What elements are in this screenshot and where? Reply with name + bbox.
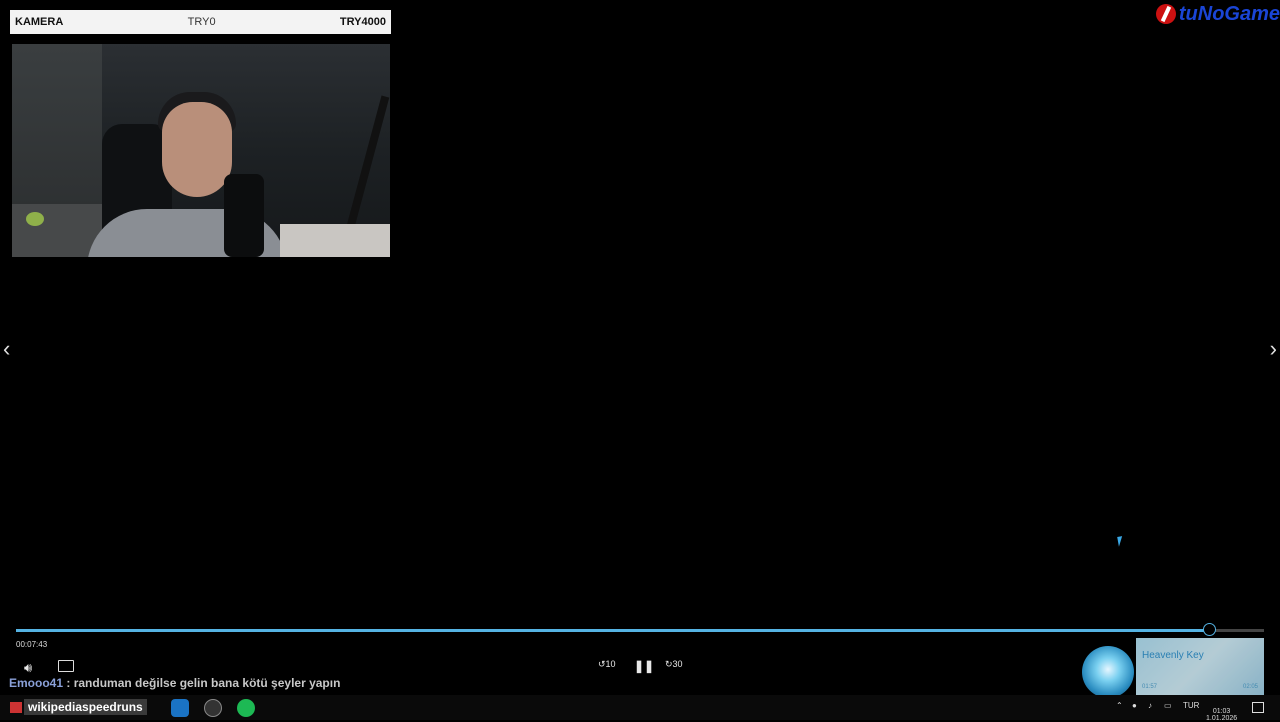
next-arrow-icon[interactable]: › bbox=[1270, 336, 1277, 362]
previous-arrow-icon[interactable]: ‹ bbox=[3, 336, 10, 362]
app-icon[interactable] bbox=[204, 699, 222, 717]
seek-handle[interactable] bbox=[1203, 623, 1217, 636]
network-icon[interactable]: ● bbox=[1132, 701, 1137, 710]
album-art bbox=[1082, 646, 1134, 698]
language-indicator[interactable]: TUR bbox=[1183, 701, 1199, 710]
seek-bar-fill bbox=[16, 629, 1211, 632]
now-playing-card: Heavenly Key 01:57 02:05 bbox=[1136, 638, 1264, 696]
captions-icon[interactable] bbox=[58, 660, 74, 672]
clock-date: 1.01.2026 bbox=[1206, 715, 1238, 722]
logo-text: tuNoGame bbox=[1178, 2, 1280, 25]
try-goal: TRY4000 bbox=[339, 16, 386, 28]
speaker-icon[interactable]: ♪ bbox=[1148, 701, 1152, 710]
mouse-cursor-icon bbox=[1117, 535, 1129, 547]
logo-icon bbox=[1155, 4, 1176, 24]
webcam-feed bbox=[12, 44, 390, 257]
rewind-label: 10 bbox=[605, 659, 616, 669]
chat-text: randuman değilse gelin bana kötü şeyler … bbox=[73, 676, 341, 690]
taskbar-window-label[interactable]: wikipediaspeedruns bbox=[24, 699, 147, 715]
display-icon[interactable]: ▭ bbox=[1164, 701, 1172, 710]
notifications-icon[interactable] bbox=[1252, 702, 1264, 713]
track-total: 02:05 bbox=[1242, 684, 1258, 690]
tray-expand-icon[interactable]: ⌃ bbox=[1116, 701, 1123, 710]
camera-header: KAMERA TRY0 TRY4000 bbox=[10, 10, 391, 34]
start-icon[interactable] bbox=[10, 702, 22, 713]
media-player-icon[interactable] bbox=[171, 699, 189, 717]
try-counter: TRY0 bbox=[187, 16, 216, 28]
camera-label: KAMERA bbox=[15, 16, 64, 28]
forward-label: 30 bbox=[672, 659, 683, 669]
volume-icon[interactable]: 🔊︎ bbox=[24, 660, 32, 676]
taskbar bbox=[0, 695, 1280, 720]
channel-logo: tuNoGame bbox=[1155, 0, 1280, 28]
track-title: Heavenly Key bbox=[1142, 650, 1204, 661]
chat-username: Emooo41 bbox=[9, 676, 64, 690]
clock-time: 01:03 bbox=[1212, 708, 1231, 715]
track-elapsed: 01:57 bbox=[1142, 684, 1158, 690]
chat-message: Emooo41 : randuman değilse gelin bana kö… bbox=[9, 676, 340, 690]
pause-button[interactable]: ❚❚ bbox=[634, 659, 654, 673]
current-time: 00:07:43 bbox=[16, 640, 48, 649]
forward-button[interactable]: ↻30 bbox=[665, 659, 683, 670]
seek-bar[interactable] bbox=[16, 623, 1264, 636]
rewind-button[interactable]: ↺10 bbox=[598, 659, 616, 670]
chat-separator: : bbox=[63, 676, 74, 690]
spotify-icon[interactable] bbox=[237, 699, 255, 717]
